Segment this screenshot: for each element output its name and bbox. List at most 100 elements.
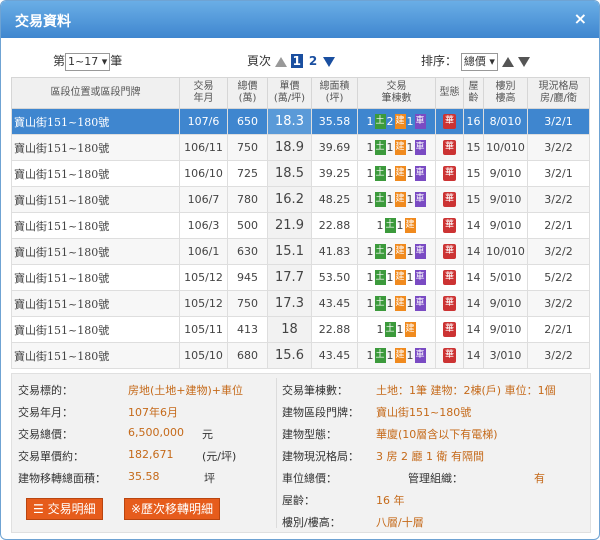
- table-row[interactable]: 寶山街151~180號 105/12 945 17.7 53.50 1 土 1 建 1 車華 14 5/…: [11, 264, 590, 291]
- col-floor[interactable]: 樓別 樓高: [483, 77, 528, 109]
- table-row[interactable]: 寶山街151~180號 106/10 725 18.5 39.25 1 土 1 建 1 車華 15 9/…: [11, 160, 590, 187]
- floor-label: 樓別/樓高：: [282, 516, 341, 529]
- cell-floor: 3/010: [483, 342, 528, 369]
- transfer-history-button[interactable]: ※歷次移轉明細: [124, 498, 221, 520]
- cell-layout: 3/2/2: [527, 134, 590, 161]
- cell-unit-price: 15.6: [267, 342, 312, 369]
- mgmt-label: 管理組織：: [408, 472, 463, 485]
- table-header: 區段位置或區段門牌 交易 年月 總價 (萬) 單價 (萬/坪) 總面積 (坪) 交易 筆棟…: [11, 77, 590, 109]
- prev-page-icon[interactable]: [274, 56, 287, 67]
- col-date[interactable]: 交易 年月: [179, 77, 228, 109]
- table-row[interactable]: 寶山街151~180號 106/1 630 15.1 41.83 1 土 2 建 1 車華 14 10/…: [11, 238, 590, 265]
- col-unit-price[interactable]: 單價 (萬/坪): [267, 77, 312, 109]
- cell-unit-price: 18.3: [267, 108, 312, 135]
- cell-age: 14: [463, 264, 484, 291]
- col-age[interactable]: 屋齡: [463, 77, 484, 109]
- table-row[interactable]: 寶山街151~180號 106/11 750 18.9 39.69 1 土 1 建 1 車華 15 10…: [11, 134, 590, 161]
- cell-unit-price: 18.5: [267, 160, 312, 187]
- land-badge: 土: [384, 218, 396, 233]
- cell-address: 寶山街151~180號: [11, 186, 180, 213]
- table-row[interactable]: 寶山街151~180號 105/12 750 17.3 43.45 1 土 1 建 1 車華 14 9/…: [11, 290, 590, 317]
- table-row[interactable]: 寶山街151~180號 106/3 500 21.9 22.88 1 土 1 建華 14 9/010…: [11, 212, 590, 239]
- cell-area: 43.45: [311, 290, 358, 317]
- cell-date: 106/7: [179, 186, 228, 213]
- building-badge: 建: [394, 348, 406, 363]
- cell-date: 106/11: [179, 134, 228, 161]
- close-icon[interactable]: ×: [574, 9, 587, 28]
- cell-address: 寶山街151~180號: [11, 134, 180, 161]
- col-address[interactable]: 區段位置或區段門牌: [11, 77, 180, 109]
- table-row[interactable]: 寶山街151~180號 105/11 413 18 22.88 1 土 1 建華 14 9/010 2…: [11, 316, 590, 343]
- type-badge: 華: [443, 348, 456, 363]
- building-badge: 建: [394, 244, 406, 259]
- col-layout[interactable]: 現況格局 房/廳/衛: [527, 77, 590, 109]
- cell-total: 750: [227, 290, 268, 317]
- type-badge: 華: [443, 166, 456, 181]
- parking-badge-count: 1: [406, 349, 414, 362]
- cell-total: 750: [227, 134, 268, 161]
- cell-area: 35.58: [311, 108, 358, 135]
- land-badge-count: 1: [376, 219, 384, 232]
- cell-date: 105/10: [179, 342, 228, 369]
- cell-unit-price: 15.1: [267, 238, 312, 265]
- col-total[interactable]: 總價 (萬): [227, 77, 268, 109]
- sort-desc-icon[interactable]: [517, 56, 530, 67]
- type-badge: 華: [443, 322, 456, 337]
- layout-label: 建物現況格局：: [282, 450, 359, 463]
- cell-counts: 1土2建1車: [357, 108, 436, 135]
- cell-floor: 9/010: [483, 160, 528, 187]
- building-badge-count: 1: [386, 271, 394, 284]
- sort-control: 排序： 總價 ▾: [421, 52, 530, 71]
- sort-asc-icon[interactable]: [501, 56, 514, 67]
- col-type[interactable]: 型態: [435, 77, 464, 109]
- table-row[interactable]: 寶山街151~180號 105/10 680 15.6 43.45 1 土 1 建 1 車華 14 3/…: [11, 342, 590, 369]
- cell-type: 華: [435, 186, 464, 213]
- land-badge-count: 1: [376, 323, 384, 336]
- type-value: 華廈(10層含以下有電梯): [376, 428, 498, 441]
- cell-age: 16: [463, 108, 484, 135]
- cell-age: 14: [463, 342, 484, 369]
- cell-address: 寶山街151~180號: [11, 108, 180, 135]
- land-badge: 土: [374, 244, 386, 259]
- record-range-select[interactable]: 1~17 ▾: [65, 52, 111, 71]
- addr-label: 建物區段門牌：: [282, 406, 359, 419]
- land-badge: 土: [374, 296, 386, 311]
- page-1-link[interactable]: 1: [290, 54, 304, 68]
- cell-area: 39.69: [311, 134, 358, 161]
- cell-floor: 10/010: [483, 238, 528, 265]
- land-badge-count: 1: [366, 167, 374, 180]
- land-badge-count: 1: [366, 141, 374, 154]
- type-badge: 華: [443, 140, 456, 155]
- cell-area: 39.25: [311, 160, 358, 187]
- type-label: 建物型態：: [282, 428, 337, 441]
- table-row[interactable]: 寶山街151~180號 106/7 780 16.2 48.25 1 土 1 建 1 車華 15 9/0…: [11, 186, 590, 213]
- sort-label: 排序：: [421, 54, 458, 68]
- cell-type: 華: [435, 160, 464, 187]
- parking-badge: 車: [414, 166, 426, 181]
- transaction-detail-button[interactable]: ☰ 交易明細: [26, 498, 103, 520]
- cell-type: 華: [435, 238, 464, 265]
- cell-floor: 8/010: [483, 108, 528, 135]
- building-badge-count: 1: [396, 323, 404, 336]
- cell-date: 106/1: [179, 238, 228, 265]
- cell-counts: 1土1建1車: [357, 134, 436, 161]
- land-badge-count: 1: [366, 297, 374, 310]
- sort-select[interactable]: 總價 ▾: [460, 52, 498, 71]
- cell-layout: 3/2/2: [527, 238, 590, 265]
- building-badge: 建: [394, 192, 406, 207]
- cell-layout: 2/2/1: [527, 316, 590, 343]
- col-counts[interactable]: 交易 筆棟數: [357, 77, 436, 109]
- cell-age: 15: [463, 134, 484, 161]
- building-badge-count: 1: [386, 141, 394, 154]
- cell-area: 22.88: [311, 316, 358, 343]
- parking-badge: 車: [414, 348, 426, 363]
- building-badge-count: 1: [396, 219, 404, 232]
- page-2-link[interactable]: 2: [307, 54, 319, 68]
- parking-badge: 車: [414, 270, 426, 285]
- next-page-icon[interactable]: [323, 56, 336, 67]
- table-row[interactable]: 寶山街151~180號 107/6 650 18.3 35.58 1 土 2 建 1 車華 16 8/0…: [11, 108, 590, 135]
- col-area[interactable]: 總面積 (坪): [311, 77, 358, 109]
- cell-unit-price: 18.9: [267, 134, 312, 161]
- cell-type: 華: [435, 108, 464, 135]
- detail-panel: 交易標的： 房地(土地+建物)+車位 交易年月： 107年6月 交易總價： 6,…: [11, 373, 591, 533]
